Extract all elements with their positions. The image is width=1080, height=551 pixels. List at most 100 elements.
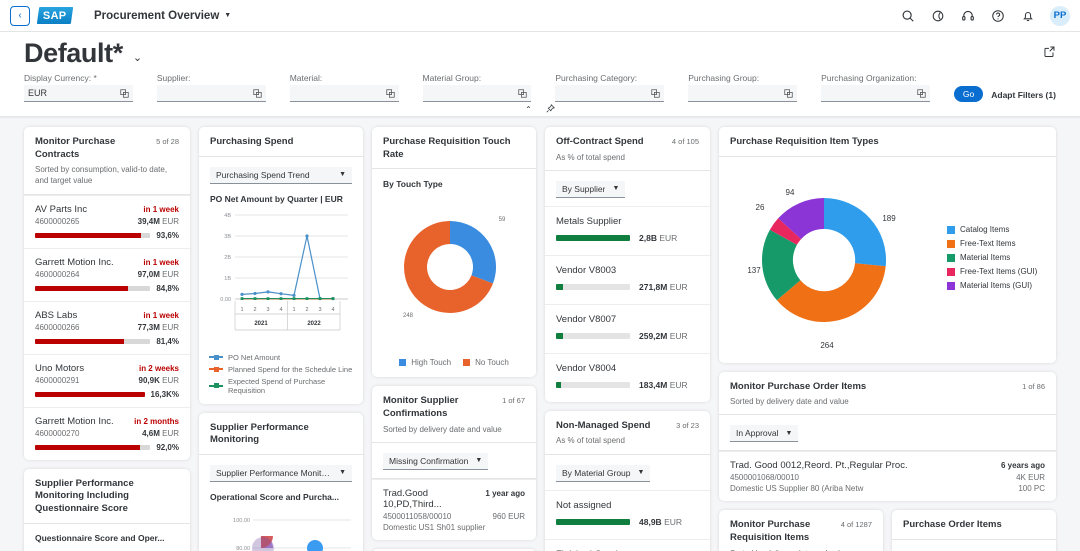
list-item[interactable]: Vendor V8003 271,8M EUR [545, 255, 710, 304]
card-off-contract-spend[interactable]: Off-Contract Spend 4 of 105 As % of tota… [545, 127, 710, 402]
list-item[interactable]: Garrett Motion Inc. in 2 months 46000002… [24, 407, 190, 460]
value-help-icon[interactable] [651, 89, 660, 98]
filter-input-supplier[interactable] [157, 85, 266, 102]
chart-title: Operational Score and Purcha... [199, 490, 363, 502]
card-supplier-performance-questionnaire[interactable]: Supplier Performance Monitoring Includin… [24, 469, 190, 551]
chevron-down-icon: ▼ [224, 12, 231, 19]
sap-logo[interactable]: SAP [37, 7, 73, 24]
card-pr-item-types[interactable]: Purchase Requisition Item Types [719, 127, 1056, 363]
list-item[interactable]: Metals Supplier 2,8B EUR [545, 206, 710, 255]
contract-value: 4,6M EUR [142, 429, 179, 438]
list-item[interactable]: Vendor V8007 259,2M EUR [545, 304, 710, 353]
page-title-row: Default* ⌄ [24, 38, 1056, 69]
filter-input-display-currency[interactable]: EUR [24, 85, 133, 102]
touch-rate-donut[interactable]: 59 248 [372, 191, 536, 354]
card-pr-touch-rate[interactable]: Purchase Requisition Touch Rate By Touch… [372, 127, 536, 377]
card-subtitle: Sorted by delivery date and value [383, 424, 525, 435]
purchasing-spend-chart[interactable]: 4B 3B 2B 1B 0.00 [199, 204, 363, 349]
off-contract-dimension-select[interactable]: By Supplier ▼ [556, 181, 625, 198]
legend-item[interactable]: PO Net Amount [209, 353, 353, 362]
filter-input-purchasing-category[interactable] [555, 85, 664, 102]
legend-swatch [947, 268, 955, 276]
filter-pin-icon[interactable] [546, 104, 555, 115]
card-monitor-po-items[interactable]: Monitor Purchase Order Items 1 of 86 Sor… [719, 372, 1056, 502]
card-monitor-supplier-confirmations[interactable]: Monitor Supplier Confirmations 1 of 67 S… [372, 386, 536, 539]
filter-input-purchasing-organization[interactable] [821, 85, 930, 102]
legend-item[interactable]: Material Items [947, 253, 1037, 262]
legend-item[interactable]: Free-Text Items (GUI) [947, 267, 1037, 276]
filter-input-purchasing-group[interactable] [688, 85, 797, 102]
legend-item[interactable]: High Touch [399, 358, 451, 367]
po-item-supplier: Domestic US Supplier 80 (Ariba Netw [730, 484, 863, 493]
svg-text:26: 26 [756, 203, 765, 212]
value-help-icon[interactable] [784, 89, 793, 98]
card-monitor-purchase-contracts[interactable]: Monitor Purchase Contracts 5 of 28 Sorte… [24, 127, 190, 460]
search-icon[interactable] [900, 8, 915, 23]
list-item[interactable]: Trad. Good 0012,Reord. Pt.,Regular Proc.… [719, 451, 1056, 501]
po-status-select[interactable]: In Approval ▼ [730, 425, 798, 442]
notifications-icon[interactable] [1020, 8, 1035, 23]
share-icon[interactable] [1043, 45, 1056, 63]
support-icon[interactable] [960, 8, 975, 23]
legend-item[interactable]: Catalog Items [947, 225, 1037, 234]
go-button[interactable]: Go [954, 86, 983, 102]
card-purchasing-spend[interactable]: Purchasing Spend Purchasing Spend Trend … [199, 127, 363, 404]
legend-item[interactable]: Expected Spend of Purchase Requisition [209, 377, 353, 395]
card-non-managed-spend[interactable]: Non-Managed Spend 3 of 23 As % of total … [545, 411, 710, 551]
avatar[interactable]: PP [1050, 6, 1070, 26]
filter-purchasing-group: Purchasing Group: [688, 73, 797, 102]
adapt-filters-button[interactable]: Adapt Filters (1) [991, 90, 1056, 102]
filter-label: Display Currency: * [24, 73, 133, 83]
filter-input-material-group[interactable] [423, 85, 532, 102]
legend-item[interactable]: Planned Spend for the Schedule Line [209, 365, 353, 374]
variant-chevron-down-icon[interactable]: ⌄ [133, 51, 142, 64]
list-item[interactable]: Vendor V8004 183,4M EUR [545, 353, 710, 402]
supplier-performance-view-select[interactable]: Supplier Performance Monitoring ▼ [210, 465, 352, 482]
select-value: In Approval [736, 428, 779, 438]
card-subtitle: Sorted by delivery date and value [730, 396, 1045, 407]
list-item[interactable]: AV Parts Inc in 1 week 4600000265 39,4M … [24, 195, 190, 248]
confirmation-value: 960 EUR [493, 512, 525, 521]
purchasing-spend-view-select[interactable]: Purchasing Spend Trend ▼ [210, 167, 352, 184]
chevron-down-icon: ▼ [339, 171, 346, 178]
back-button[interactable]: ‹ [10, 6, 30, 26]
filter-material: Material: [290, 73, 399, 102]
pr-item-types-donut[interactable]: 189 264 137 26 94 Catalog Items F [719, 157, 1056, 363]
list-item[interactable]: Finished Goods 0,0 EUR [545, 539, 710, 551]
legend-item[interactable]: Material Items (GUI) [947, 281, 1037, 290]
value-help-icon[interactable] [253, 89, 262, 98]
collapse-chevron-up-icon[interactable]: ⌃ [525, 105, 532, 114]
svg-text:94: 94 [786, 188, 795, 197]
list-item[interactable]: Trad.Good 10,PD,Third... 1 year ago 4500… [372, 479, 536, 540]
spend-view-select-row: Purchasing Spend Trend ▼ [199, 157, 363, 192]
confirmation-supplier: Domestic US1 Sh01 supplier [383, 523, 485, 532]
legend-item[interactable]: Free-Text Items [947, 239, 1037, 248]
operational-score-chart[interactable]: ore 100.00 80.00 [199, 502, 363, 551]
filter-input-material[interactable] [290, 85, 399, 102]
card-supplier-performance-monitoring[interactable]: Supplier Performance Monitoring Supplier… [199, 413, 363, 551]
value-help-icon[interactable] [120, 89, 129, 98]
chart-legend: PO Net Amount Planned Spend for the Sche… [199, 349, 363, 404]
list-item[interactable]: Garrett Motion Inc. in 1 week 4600000264… [24, 248, 190, 301]
list-item[interactable]: Not assigned 48,9B EUR [545, 490, 710, 539]
list-item[interactable]: Uno Motors in 2 weeks 4600000291 90,9K E… [24, 354, 190, 407]
co-pilot-icon[interactable] [930, 8, 945, 23]
questionnaire-score-chart[interactable]: nal Score 150 100 50 [24, 543, 190, 551]
non-managed-dimension-select[interactable]: By Material Group ▼ [556, 465, 650, 482]
legend-swatch [209, 385, 223, 387]
value-help-icon[interactable] [518, 89, 527, 98]
help-icon[interactable] [990, 8, 1005, 23]
legend-item[interactable]: No Touch [463, 358, 509, 367]
value-help-icon[interactable] [386, 89, 395, 98]
list-item[interactable]: ABS Labs in 1 week 4600000266 77,3M EUR … [24, 301, 190, 354]
confirmation-status-select[interactable]: Missing Confirmation ▼ [383, 453, 488, 470]
card-monitor-pr-items[interactable]: Monitor Purchase Requisition Items 4 of … [719, 510, 883, 551]
filter-actions: Go Adapt Filters (1) [954, 73, 1056, 102]
consumption-bar [35, 392, 145, 397]
card-count: 1 of 86 [1022, 381, 1045, 391]
card-purchase-order-items[interactable]: Purchase Order Items by Delivery Schedul… [892, 510, 1056, 551]
app-title-menu[interactable]: Procurement Overview ▼ [94, 10, 231, 22]
svg-text:2: 2 [305, 307, 308, 313]
value-help-icon[interactable] [917, 89, 926, 98]
consumption-percent: 92,0% [156, 443, 179, 452]
